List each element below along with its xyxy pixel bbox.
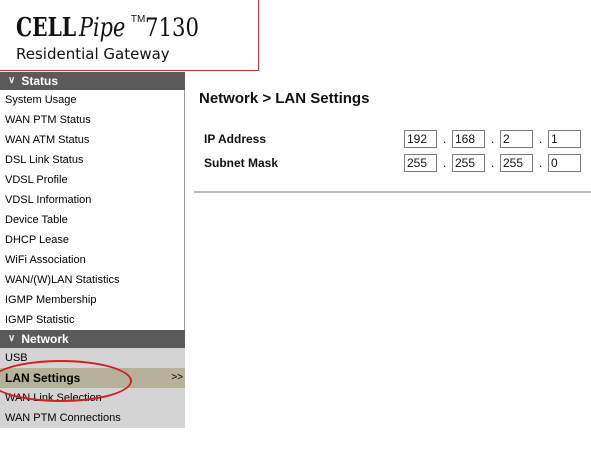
brand-name: CELL Pipe TM7130: [16, 5, 209, 43]
sidebar-item-usb[interactable]: USB: [0, 348, 185, 368]
sidebar-item-label: LAN Settings: [5, 371, 81, 385]
subnet-octet-3-input[interactable]: [500, 154, 533, 172]
logo: CELL Pipe TM7130 Residential Gateway: [0, 0, 259, 71]
sidebar-item-igmp-membership[interactable]: IGMP Membership: [0, 290, 184, 310]
ip-octet-3-input[interactable]: [500, 130, 533, 148]
ip-address-label: IP Address: [204, 132, 267, 146]
chevron-down-icon: ∨: [8, 75, 16, 86]
model-number: 7130: [145, 13, 200, 42]
sidebar-item-vdsl-profile[interactable]: VDSL Profile: [0, 170, 184, 190]
subnet-octet-2-input[interactable]: [452, 154, 485, 172]
sidebar-item-vdsl-information[interactable]: VDSL Information: [0, 190, 184, 210]
ip-address-row: IP Address . . .: [204, 129, 581, 149]
sidebar-item-dhcp-lease[interactable]: DHCP Lease: [0, 230, 184, 250]
page-title: Network > LAN Settings: [199, 90, 370, 107]
status-section-header[interactable]: ∨ Status: [0, 72, 185, 90]
subnet-separator: .: [538, 156, 543, 170]
trademark: TM: [130, 14, 146, 25]
sidebar-item-wan-atm-status[interactable]: WAN ATM Status: [0, 130, 184, 150]
sidebar-item-dsl-link-status[interactable]: DSL Link Status: [0, 150, 184, 170]
content-divider: [194, 191, 591, 193]
sidebar-item-wan-ptm-status[interactable]: WAN PTM Status: [0, 110, 184, 130]
ip-octet-1-input[interactable]: [404, 130, 437, 148]
subnet-octet-1-input[interactable]: [404, 154, 437, 172]
sidebar: ∨ Status System Usage WAN PTM Status WAN…: [0, 72, 185, 450]
ip-separator: .: [490, 132, 495, 146]
active-arrow-icon: >>: [171, 372, 183, 383]
sidebar-item-wan-wlan-statistics[interactable]: WAN/(W)LAN Statistics: [0, 270, 184, 290]
ip-octet-2-input[interactable]: [452, 130, 485, 148]
subnet-mask-row: Subnet Mask . . .: [204, 153, 581, 173]
status-header-label: Status: [21, 74, 59, 88]
network-section-header[interactable]: ∨ Network: [0, 330, 185, 348]
status-menu: System Usage WAN PTM Status WAN ATM Stat…: [0, 90, 185, 330]
sidebar-item-igmp-statistic[interactable]: IGMP Statistic: [0, 310, 184, 330]
chevron-down-icon: ∨: [8, 333, 16, 344]
sidebar-item-wan-link-selection[interactable]: WAN Link Selection: [0, 388, 185, 408]
main-content: Network > LAN Settings IP Address . . . …: [194, 72, 591, 450]
subnet-octet-4-input[interactable]: [548, 154, 581, 172]
subnet-separator: .: [490, 156, 495, 170]
logo-subtitle: Residential Gateway: [16, 45, 170, 63]
subnet-separator: .: [442, 156, 447, 170]
ip-separator: .: [538, 132, 543, 146]
ip-octet-4-input[interactable]: [548, 130, 581, 148]
sidebar-item-lan-settings[interactable]: LAN Settings >>: [0, 368, 185, 388]
network-menu: USB LAN Settings >> WAN Link Selection W…: [0, 348, 185, 428]
ip-separator: .: [442, 132, 447, 146]
sidebar-item-wan-ptm-connections[interactable]: WAN PTM Connections: [0, 408, 185, 428]
sidebar-item-system-usage[interactable]: System Usage: [0, 90, 184, 110]
sidebar-item-device-table[interactable]: Device Table: [0, 210, 184, 230]
sidebar-item-wifi-association[interactable]: WiFi Association: [0, 250, 184, 270]
brand-pipe: Pipe: [79, 13, 126, 43]
brand-cell: CELL: [16, 13, 77, 43]
subnet-mask-label: Subnet Mask: [204, 156, 279, 170]
network-header-label: Network: [21, 332, 69, 346]
